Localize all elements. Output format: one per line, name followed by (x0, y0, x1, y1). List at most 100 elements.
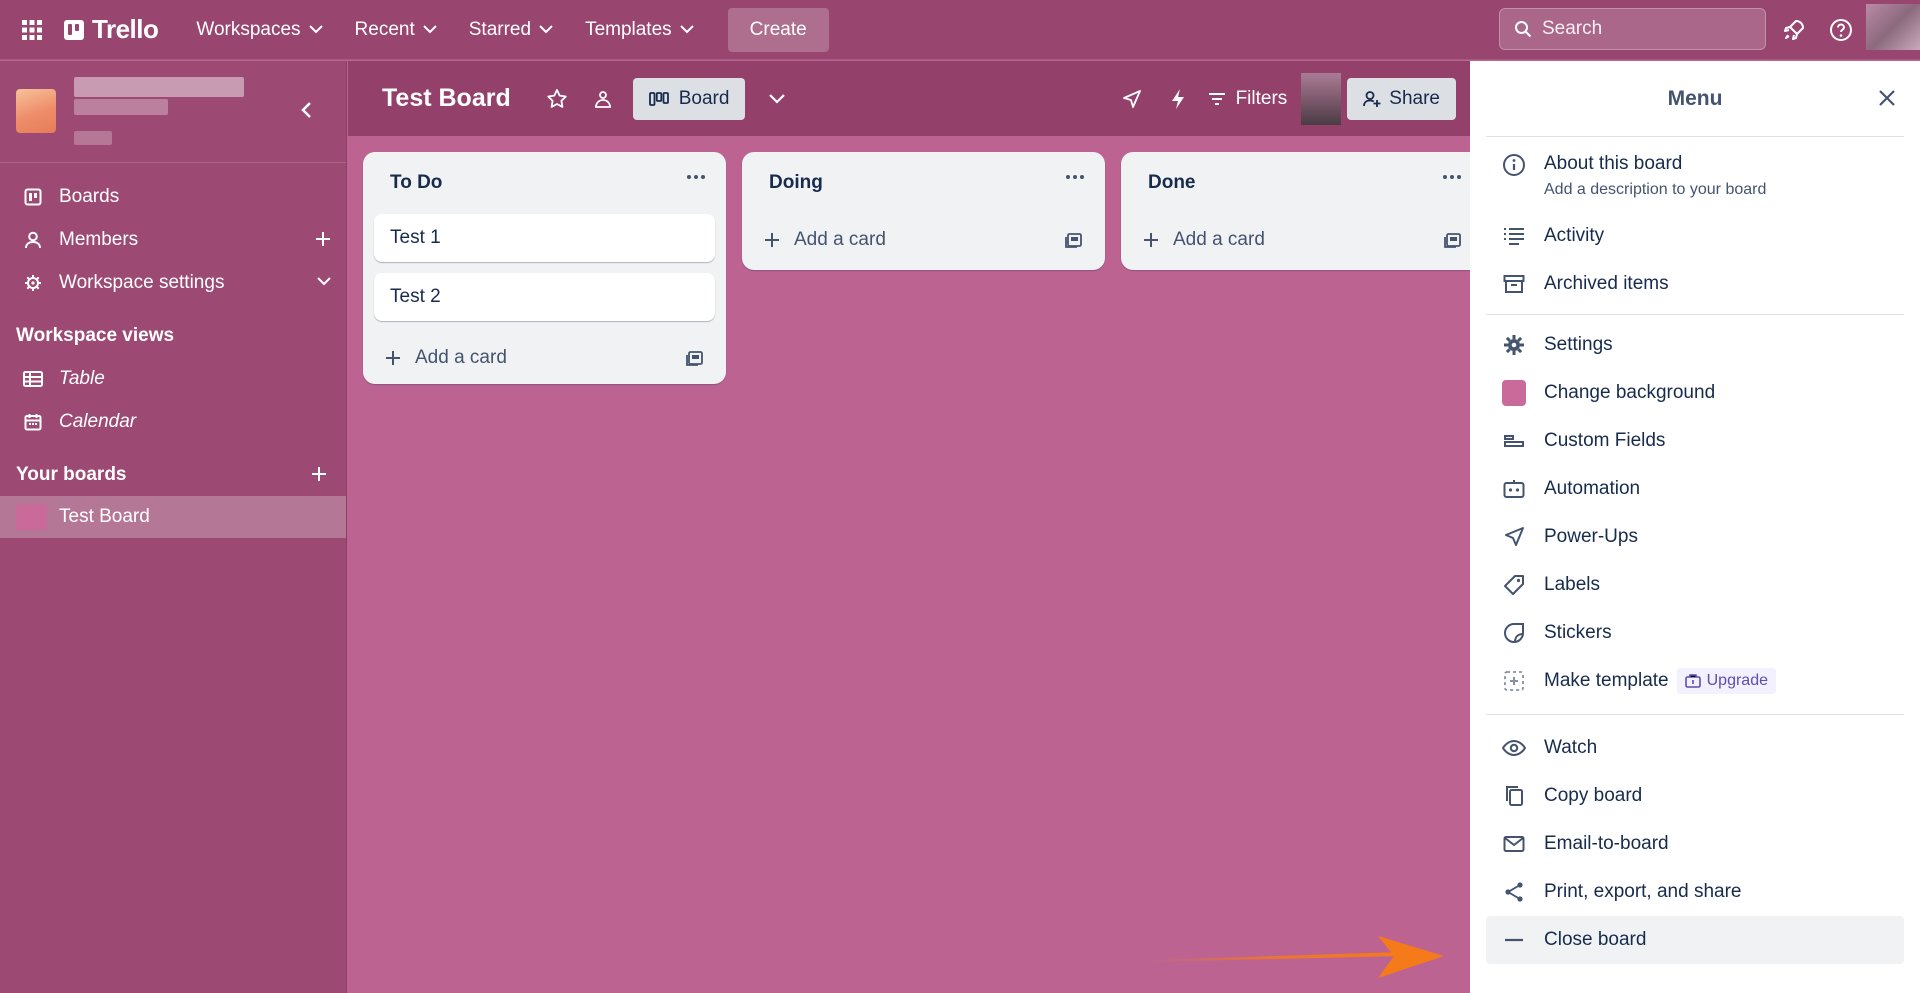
list-title[interactable]: Doing (769, 172, 823, 194)
card[interactable]: Test 1 (374, 214, 715, 262)
board-title[interactable]: Test Board (382, 84, 511, 113)
menu-item-label: Make template (1544, 670, 1669, 691)
board-menu-panel: Menu About this board Add a description … (1470, 61, 1920, 993)
sidebar-item-members[interactable]: Members (0, 218, 346, 261)
nav-templates[interactable]: Templates (569, 8, 710, 52)
menu-item-archived-items[interactable]: Archived items (1470, 260, 1920, 308)
menu-item-label: Stickers (1544, 622, 1612, 643)
list-doing: Doing Add a card (742, 152, 1105, 270)
list-actions-icon[interactable] (686, 174, 706, 180)
menu-item-stickers[interactable]: Stickers (1470, 609, 1920, 657)
sidebar-item-table[interactable]: Table (0, 357, 346, 400)
menu-item-make-template[interactable]: Make template Upgrade (1470, 657, 1920, 705)
workspace-avatar[interactable] (16, 89, 56, 133)
list-actions-icon[interactable] (1442, 174, 1462, 180)
user-avatar[interactable] (1866, 4, 1920, 50)
mail-icon (1502, 832, 1526, 856)
add-person-icon (1363, 90, 1381, 107)
menu-item-automation[interactable]: Automation (1470, 465, 1920, 513)
board-view-button[interactable]: Board (632, 77, 746, 120)
list-actions-icon[interactable] (1065, 174, 1085, 180)
list-title[interactable]: To Do (390, 172, 442, 194)
power-ups-rocket-icon[interactable] (1116, 83, 1148, 115)
menu-item-watch[interactable]: Watch (1470, 724, 1920, 772)
add-board-plus-icon[interactable] (310, 465, 328, 483)
divider (1486, 714, 1904, 715)
menu-item-custom-fields[interactable]: Custom Fields (1470, 417, 1920, 465)
list-title[interactable]: Done (1148, 172, 1196, 194)
annotation-arrow (1146, 936, 1444, 978)
card-template-icon[interactable] (1065, 231, 1083, 249)
menu-item-close-board[interactable]: Close board (1486, 916, 1904, 964)
chevron-down-icon[interactable] (316, 273, 332, 289)
sidebar: Boards Members Workspace settings Worksp… (0, 61, 347, 993)
sticker-icon (1502, 621, 1526, 645)
list-header[interactable]: To Do (363, 152, 726, 214)
menu-item-settings[interactable]: Settings (1470, 321, 1920, 369)
filters-button[interactable]: Filters (1208, 88, 1287, 110)
sidebar-board-test-board[interactable]: Test Board (0, 496, 346, 538)
nav-label: Recent (354, 18, 415, 40)
close-icon[interactable] (1876, 87, 1898, 109)
trello-logo[interactable]: Trello (64, 14, 159, 45)
card-template-icon[interactable] (1444, 231, 1462, 249)
nav-label: Starred (468, 18, 532, 40)
card-template-icon[interactable] (686, 349, 704, 367)
add-member-plus-icon[interactable] (314, 230, 332, 248)
menu-item-label: Automation (1544, 478, 1641, 499)
plus-icon (1144, 233, 1158, 247)
nav-workspaces[interactable]: Workspaces (180, 8, 338, 52)
label-icon (1502, 573, 1526, 597)
sidebar-item-boards[interactable]: Boards (0, 175, 346, 218)
member-avatar[interactable] (1301, 72, 1342, 125)
app-switcher-icon[interactable] (0, 0, 64, 60)
menu-item-email-to-board[interactable]: Email-to-board (1470, 820, 1920, 868)
sidebar-item-label: Calendar (59, 410, 137, 432)
menu-header: Menu (1470, 61, 1920, 136)
menu-item-label: Watch (1544, 737, 1598, 758)
add-card-label: Add a card (1173, 229, 1265, 250)
info-icon (1502, 153, 1526, 177)
automation-lightning-icon[interactable] (1162, 83, 1194, 115)
add-card-button[interactable]: Add a card (1121, 214, 1470, 266)
menu-item-label: Custom Fields (1544, 430, 1666, 451)
add-card-button[interactable]: Add a card (742, 214, 1105, 266)
sidebar-item-label: Table (59, 367, 105, 389)
card[interactable]: Test 2 (374, 273, 715, 321)
sidebar-item-calendar[interactable]: Calendar (0, 400, 346, 443)
nav-recent[interactable]: Recent (339, 8, 453, 52)
share-label: Share (1389, 87, 1440, 109)
list-header[interactable]: Done (1121, 152, 1470, 214)
star-icon[interactable] (541, 83, 573, 115)
upgrade-badge[interactable]: Upgrade (1676, 668, 1776, 694)
help-icon[interactable] (1825, 14, 1857, 46)
board-icon (22, 188, 44, 206)
share-button[interactable]: Share (1347, 77, 1456, 120)
list-to-do: To Do Test 1 Test 2 Add a card (363, 152, 726, 384)
sidebar-item-workspace-settings[interactable]: Workspace settings (0, 261, 346, 304)
menu-item-print-export-share[interactable]: Print, export, and share (1470, 868, 1920, 916)
view-switcher-chevron-icon[interactable] (761, 83, 793, 115)
collapse-sidebar-button[interactable] (296, 99, 318, 121)
search-input[interactable] (1542, 18, 1742, 40)
menu-item-about-board[interactable]: About this board Add a description to yo… (1470, 137, 1920, 212)
visibility-workspace-icon[interactable] (587, 83, 619, 115)
menu-item-labels[interactable]: Labels (1470, 561, 1920, 609)
menu-item-change-background[interactable]: Change background (1470, 369, 1920, 417)
menu-item-label: Email-to-board (1544, 833, 1669, 854)
nav-starred[interactable]: Starred (453, 8, 569, 52)
menu-item-copy-board[interactable]: Copy board (1470, 772, 1920, 820)
list-done: Done Add a card (1121, 152, 1470, 270)
menu-item-activity[interactable]: Activity (1470, 212, 1920, 260)
chevron-down-icon (423, 25, 437, 34)
search-box[interactable] (1499, 8, 1766, 50)
menu-item-power-ups[interactable]: Power-Ups (1470, 513, 1920, 561)
menu-item-label: Labels (1544, 574, 1600, 595)
list-header[interactable]: Doing (742, 152, 1105, 214)
person-icon (22, 231, 44, 249)
add-card-button[interactable]: Add a card (363, 332, 726, 384)
notifications-rocket-icon[interactable] (1778, 14, 1810, 46)
create-button[interactable]: Create (727, 7, 829, 52)
calendar-icon (22, 413, 44, 431)
archive-icon (1502, 272, 1526, 296)
